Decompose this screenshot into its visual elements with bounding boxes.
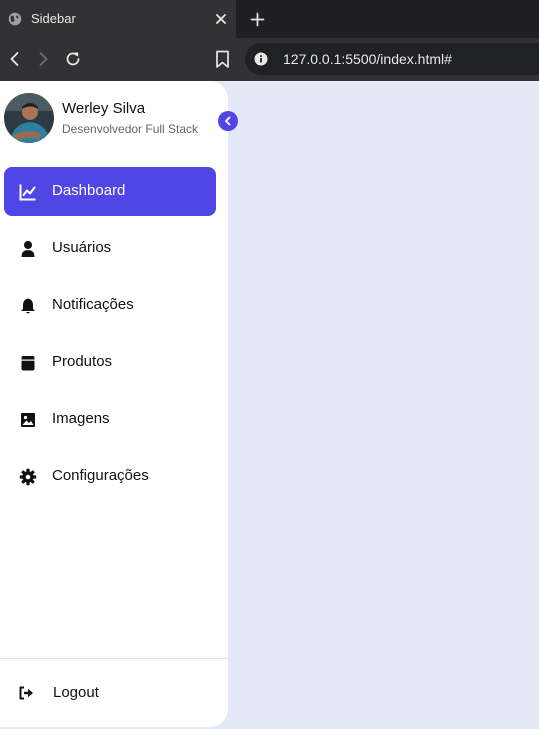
url-text: 127.0.0.1:5500/index.html#	[283, 51, 452, 67]
back-icon[interactable]	[7, 51, 23, 67]
sidebar-item-usuarios[interactable]: Usuários	[4, 224, 216, 273]
collapse-sidebar-button[interactable]	[218, 111, 238, 131]
sidebar-item-produtos[interactable]: Produtos	[4, 338, 216, 387]
browser-toolbar: 127.0.0.1:5500/index.html#	[0, 38, 539, 81]
info-icon[interactable]	[254, 52, 268, 66]
reload-icon[interactable]	[64, 50, 82, 68]
sidebar-item-label: Produtos	[52, 353, 113, 370]
chart-line-icon	[19, 184, 36, 201]
page-viewport: Werley Silva Desenvolvedor Full Stack Da…	[0, 81, 539, 729]
bookmark-icon[interactable]	[215, 50, 230, 69]
browser-tab[interactable]: Sidebar	[0, 0, 236, 38]
sidebar-item-label: Imagens	[52, 410, 110, 427]
sign-out-icon	[19, 686, 33, 700]
new-tab-icon[interactable]	[250, 12, 265, 27]
avatar-photo	[4, 93, 54, 143]
tab-title: Sidebar	[31, 11, 76, 26]
sidebar-item-label: Dashboard	[52, 182, 126, 199]
globe-icon	[8, 12, 22, 26]
sidebar-item-configuracoes[interactable]: Configurações	[4, 452, 216, 501]
box-icon	[21, 356, 35, 371]
logout-button[interactable]: Logout	[4, 671, 216, 715]
sidebar-item-notificacoes[interactable]: Notificações	[4, 281, 216, 330]
sidebar-nav: Dashboard Usuários Notificações Produtos…	[4, 167, 216, 509]
user-icon	[21, 241, 35, 257]
avatar	[4, 93, 54, 143]
gear-icon	[19, 468, 37, 486]
close-icon[interactable]	[214, 12, 228, 26]
bell-icon	[21, 298, 35, 314]
chevron-left-icon	[225, 116, 231, 126]
sidebar-item-label: Usuários	[52, 239, 112, 256]
image-icon	[21, 413, 35, 427]
sidebar-item-label: Configurações	[52, 467, 149, 484]
forward-icon[interactable]	[35, 51, 51, 67]
sidebar-item-imagens[interactable]: Imagens	[4, 395, 216, 444]
sidebar-divider	[0, 658, 228, 659]
logout-label: Logout	[53, 684, 99, 701]
sidebar: Werley Silva Desenvolvedor Full Stack Da…	[0, 81, 238, 727]
sidebar-item-label: Notificações	[52, 296, 134, 313]
profile-name: Werley Silva	[62, 100, 146, 117]
profile-role: Desenvolvedor Full Stack	[62, 122, 199, 136]
user-profile: Werley Silva Desenvolvedor Full Stack	[4, 93, 224, 145]
address-bar[interactable]: 127.0.0.1:5500/index.html#	[245, 43, 539, 75]
browser-tabstrip: Sidebar	[0, 0, 539, 38]
sidebar-item-dashboard[interactable]: Dashboard	[4, 167, 216, 216]
